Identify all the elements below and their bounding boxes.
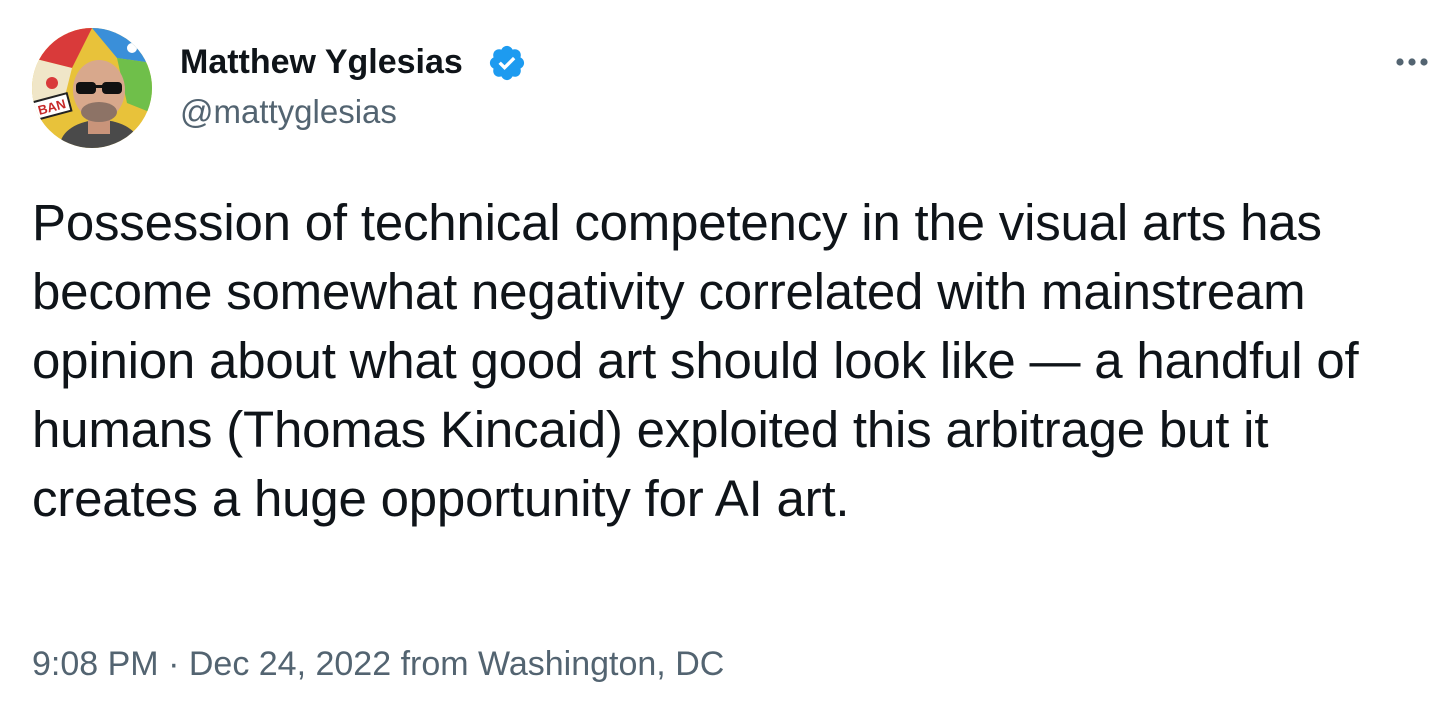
- tweet-date[interactable]: Dec 24, 2022: [189, 645, 391, 683]
- avatar[interactable]: BAN: [32, 28, 152, 148]
- tweet-metadata: 9:08 PM · Dec 24, 2022 from Washington, …: [32, 640, 724, 688]
- author-name[interactable]: Matthew Yglesias: [180, 40, 463, 84]
- meta-separator: ·: [168, 645, 180, 683]
- verified-badge-icon: [487, 43, 527, 83]
- more-horizontal-icon: [1396, 58, 1428, 66]
- tweet-text: Possession of technical competency in th…: [32, 194, 1359, 527]
- more-options-button[interactable]: [1384, 40, 1440, 84]
- avatar-image: BAN: [32, 28, 152, 148]
- tweet-card: BAN Matthew Yglesias @mattyglesias Posse…: [0, 0, 1456, 726]
- tweet-source: from Washington, DC: [400, 645, 725, 683]
- tweet-time[interactable]: 9:08 PM: [32, 645, 159, 683]
- author-handle[interactable]: @mattyglesias: [180, 90, 397, 134]
